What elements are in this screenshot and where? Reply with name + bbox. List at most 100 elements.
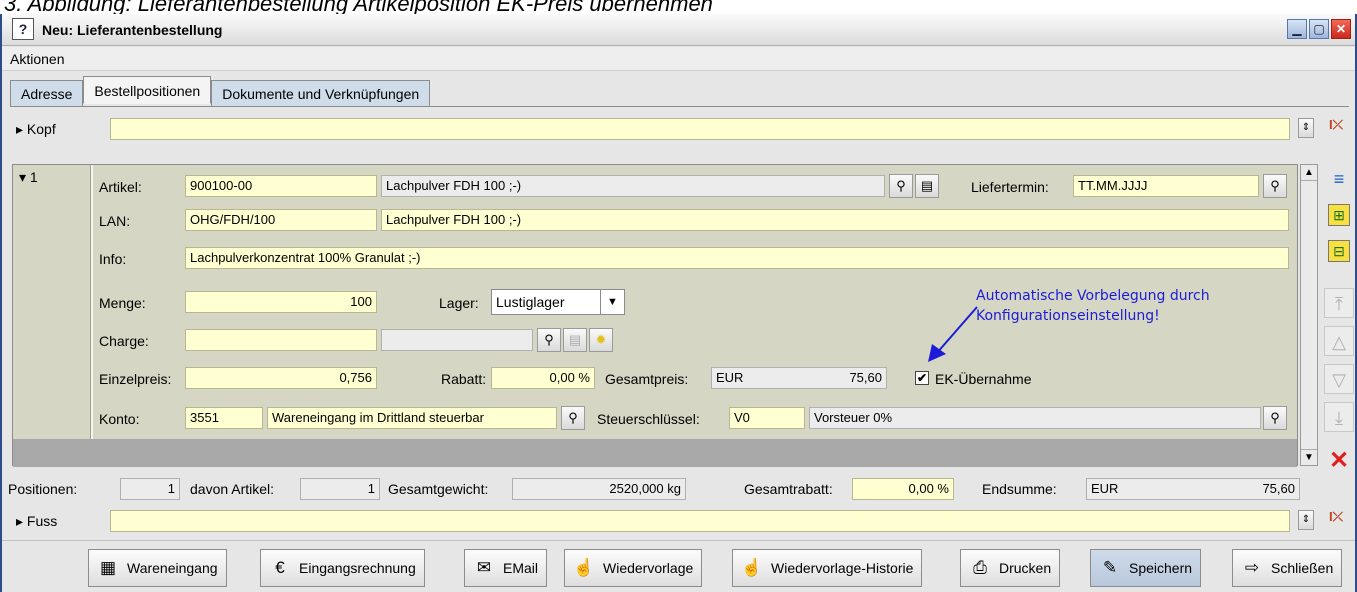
wiedervorlage-historie-button[interactable]: ☝ Wiedervorlage-Historie [732, 549, 923, 587]
fuss-field[interactable] [110, 510, 1290, 532]
speichern-button[interactable]: ✎ Speichern [1090, 549, 1202, 587]
move-top-icon[interactable]: ⤒ [1324, 288, 1354, 318]
menge-field[interactable]: 100 [185, 291, 377, 313]
annotation-line-1: Automatische Vorbelegung durch [976, 288, 1210, 304]
steuer-field[interactable]: V0 [729, 407, 805, 429]
konto-name-field[interactable]: Wareneingang im Drittland steuerbar [267, 407, 557, 429]
position-number[interactable]: ▾ 1 [13, 165, 91, 439]
konto-search-icon[interactable]: ⚲ [561, 406, 585, 430]
einzelpreis-field[interactable]: 0,756 [185, 367, 377, 389]
artikel-name-field[interactable]: Lachpulver FDH 100 ;-) [381, 175, 885, 197]
konto-label: Konto: [99, 411, 140, 427]
ek-label: EK-Übernahme [935, 371, 1032, 387]
gesamtrabatt-field[interactable]: 0,00 % [852, 478, 954, 500]
fuss-toggle[interactable]: ▸ Fuss [10, 513, 110, 530]
charge-search-icon[interactable]: ⚲ [537, 328, 561, 352]
davon-artikel-label: davon Artikel: [190, 481, 275, 497]
figure-caption: 3. Abbildung: Lieferantenbestellung Arti… [4, 0, 713, 14]
gesamtpreis-label: Gesamtpreis: [605, 371, 689, 387]
charge-open-icon[interactable]: ▤ [563, 328, 587, 352]
artikel-label: Artikel: [99, 179, 142, 195]
speichern-label: Speichern [1129, 560, 1193, 576]
kopf-label: Kopf [26, 120, 56, 137]
menge-label: Menge: [99, 295, 146, 311]
envelope-icon: ✉ [476, 558, 492, 577]
close-icon[interactable]: ✕ [1331, 19, 1351, 39]
ek-checkbox[interactable]: ✔ [915, 371, 929, 385]
lager-select[interactable]: Lustiglager ▼ [491, 289, 625, 315]
reminder-icon: ☝ [573, 558, 595, 577]
eingangsrechnung-label: Eingangsrechnung [299, 560, 416, 576]
info-field[interactable]: Lachpulverkonzentrat 100% Granulat ;-) [185, 247, 1289, 269]
liefertermin-field[interactable]: TT.MM.JJJJ [1073, 175, 1259, 197]
tab-adresse[interactable]: Adresse [10, 80, 84, 106]
insert-position-icon[interactable]: ≡ [1324, 164, 1354, 194]
move-bottom-icon[interactable]: ⤓ [1324, 402, 1354, 432]
menu-aktionen[interactable]: Aktionen [10, 51, 64, 67]
kopf-field[interactable] [110, 118, 1290, 140]
warehouse-icon: ▦ [99, 558, 117, 577]
add-above-icon[interactable]: ⊞ [1328, 204, 1350, 226]
add-below-icon[interactable]: ⊟ [1328, 240, 1350, 262]
gesamtpreis-currency: EUR [716, 370, 744, 385]
kopf-spinner[interactable]: ⇕ [1298, 118, 1314, 138]
tab-bestellpositionen[interactable]: Bestellpositionen [83, 76, 212, 104]
wiedervorlage-button[interactable]: ☝ Wiedervorlage [564, 549, 703, 587]
lan-name-field[interactable]: Lachpulver FDH 100 ;-) [381, 209, 1289, 231]
exit-icon: ⇨ [1244, 558, 1260, 577]
schliessen-button[interactable]: ⇨ Schließen [1232, 549, 1343, 587]
steuer-search-icon[interactable]: ⚲ [1263, 406, 1287, 430]
minimize-icon[interactable]: ▁ [1287, 19, 1307, 39]
drucken-button[interactable]: ⎙ Drucken [960, 549, 1061, 587]
tab-dokumente[interactable]: Dokumente und Verknüpfungen [211, 80, 431, 106]
endsumme-field: EUR 75,60 [1086, 478, 1300, 500]
charge-new-icon[interactable]: ✹ [589, 328, 613, 352]
steuer-label: Steuerschlüssel: [597, 411, 700, 427]
rabatt-field[interactable]: 0,00 % [491, 367, 595, 389]
endsumme-currency: EUR [1091, 481, 1119, 496]
fuss-tool-icon[interactable]: I⤫ [1320, 506, 1352, 534]
email-label: EMail [503, 560, 539, 576]
charge-name-field[interactable] [381, 329, 533, 351]
wareneingang-button[interactable]: ▦ Wareneingang [88, 549, 227, 587]
chevron-down-icon[interactable]: ▼ [600, 290, 624, 314]
artikel-search-icon[interactable]: ⚲ [889, 174, 913, 198]
schliessen-label: Schließen [1271, 560, 1334, 576]
eingangsrechnung-button[interactable]: € Eingangsrechnung [260, 549, 425, 587]
artikel-open-icon[interactable]: ▤ [915, 174, 939, 198]
position-scrollbar[interactable]: ▲ ▼ [1300, 164, 1318, 466]
fuss-spinner[interactable]: ⇕ [1298, 510, 1314, 530]
scroll-up-icon[interactable]: ▲ [1301, 165, 1317, 181]
endsumme-value: 75,60 [1262, 481, 1295, 496]
tab-strip: Adresse Bestellpositionen Dokumente und … [10, 76, 431, 106]
window-controls: ▁ ▢ ✕ [1287, 19, 1351, 39]
rabatt-label: Rabatt: [441, 371, 487, 387]
charge-label: Charge: [99, 333, 149, 349]
save-icon: ✎ [1102, 558, 1118, 577]
liefertermin-label: Liefertermin: [971, 179, 1049, 195]
maximize-icon[interactable]: ▢ [1309, 19, 1329, 39]
wareneingang-label: Wareneingang [127, 560, 218, 576]
position-number-label: 1 [29, 169, 38, 185]
gesamtgewicht-label: Gesamtgewicht: [388, 481, 489, 497]
email-button[interactable]: ✉ EMail [464, 549, 548, 587]
gesamtpreis-value: 75,60 [849, 370, 882, 385]
scroll-down-icon[interactable]: ▼ [1301, 449, 1317, 465]
button-bar: ▦ Wareneingang € Eingangsrechnung ✉ EMai… [2, 540, 1355, 590]
printer-icon: ⎙ [973, 558, 987, 577]
konto-field[interactable]: 3551 [185, 407, 263, 429]
delete-position-icon[interactable]: ✕ [1324, 446, 1354, 476]
steuer-name-field[interactable]: Vorsteuer 0% [809, 407, 1261, 429]
positionen-label: Positionen: [8, 481, 78, 497]
charge-field[interactable] [185, 329, 377, 351]
date-picker-icon[interactable]: ⚲ [1263, 174, 1287, 198]
euro-icon: € [275, 558, 285, 577]
move-up-icon[interactable]: △ [1324, 326, 1354, 356]
lan-field[interactable]: OHG/FDH/100 [185, 209, 377, 231]
kopf-toggle[interactable]: ▸ Kopf [10, 121, 110, 138]
summary-row: Positionen: 1 davon Artikel: 1 Gesamtgew… [2, 476, 1355, 502]
info-label: Info: [99, 251, 127, 267]
artikel-nr-field[interactable]: 900100-00 [185, 175, 377, 197]
move-down-icon[interactable]: ▽ [1324, 364, 1354, 394]
kopf-tool-icon[interactable]: I⤫ [1320, 114, 1352, 142]
